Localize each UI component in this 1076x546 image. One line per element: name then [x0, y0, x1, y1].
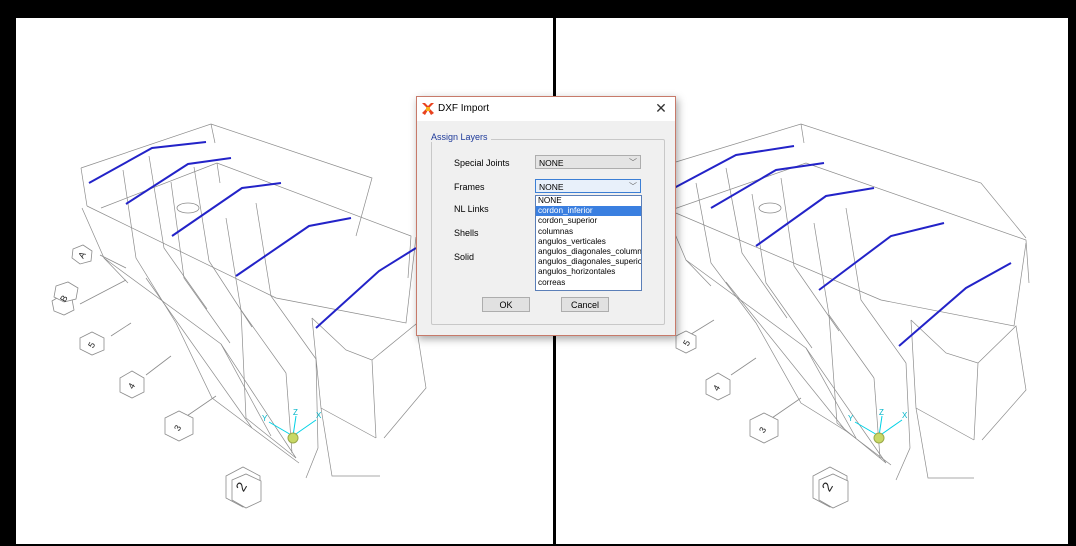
dialog-titlebar[interactable]: DXF Import ✕ [417, 97, 675, 121]
svg-text:Y: Y [848, 414, 854, 423]
special-joints-select[interactable]: NONE ﹀ [535, 155, 641, 169]
frames-select[interactable]: NONE ﹀ [535, 179, 641, 193]
grid-bubbles-right [675, 202, 849, 509]
dxf-import-dialog[interactable]: DXF Import ✕ Assign Layers Special Joint… [416, 96, 676, 336]
application-frame: A B 5 4 3 2 Y Z X 5 4 3 2 Y Z X DXF Impo… [0, 0, 1076, 546]
special-joints-value: NONE [539, 158, 564, 168]
frames-dropdown-list[interactable]: NONE cordon_inferior cordon_superior col… [535, 195, 642, 291]
app-logo-icon [422, 103, 434, 115]
wireframe-right [655, 123, 1030, 481]
chevron-down-icon: ﹀ [629, 182, 637, 191]
cancel-button[interactable]: Cancel [561, 297, 609, 312]
svg-text:Z: Z [879, 408, 884, 417]
svg-text:Z: Z [293, 408, 298, 417]
grid-bubble-labels-left: A B 5 4 3 2 [58, 250, 250, 494]
dropdown-option[interactable]: correas [536, 278, 641, 288]
grid-bubbles-left [51, 202, 262, 509]
assign-layers-label: Assign Layers [428, 132, 491, 142]
axis-triad-right [854, 415, 903, 444]
solid-label: Solid [454, 252, 475, 262]
dropdown-option[interactable]: angulos_verticales [536, 237, 641, 247]
nl-links-label: NL Links [454, 204, 489, 214]
dropdown-option[interactable]: NONE [536, 196, 641, 206]
axis-triad-left [268, 415, 317, 444]
dropdown-option-selected[interactable]: cordon_inferior [536, 206, 641, 217]
wireframe-left [80, 123, 427, 479]
svg-text:X: X [316, 411, 322, 420]
frames-label: Frames [454, 182, 485, 192]
special-joints-label: Special Joints [454, 158, 510, 168]
frame-lines-left [88, 141, 417, 329]
dropdown-option[interactable]: cordon_superior [536, 216, 641, 226]
close-button[interactable]: ✕ [653, 100, 669, 116]
axis-labels-left: Y Z X [262, 408, 322, 423]
dialog-title: DXF Import [438, 103, 490, 114]
svg-text:Y: Y [262, 414, 268, 423]
dropdown-option[interactable]: angulos_diagonales_columnas [536, 247, 641, 257]
frames-value: NONE [539, 182, 564, 192]
chevron-down-icon: ﹀ [629, 158, 637, 167]
shells-label: Shells [454, 228, 479, 238]
dropdown-option[interactable]: angulos_horizontales [536, 267, 641, 277]
ok-button[interactable]: OK [482, 297, 530, 312]
svg-text:X: X [902, 411, 908, 420]
dropdown-option[interactable]: angulos_diagonales_superior [536, 257, 641, 267]
dropdown-option[interactable]: columnas [536, 227, 641, 237]
